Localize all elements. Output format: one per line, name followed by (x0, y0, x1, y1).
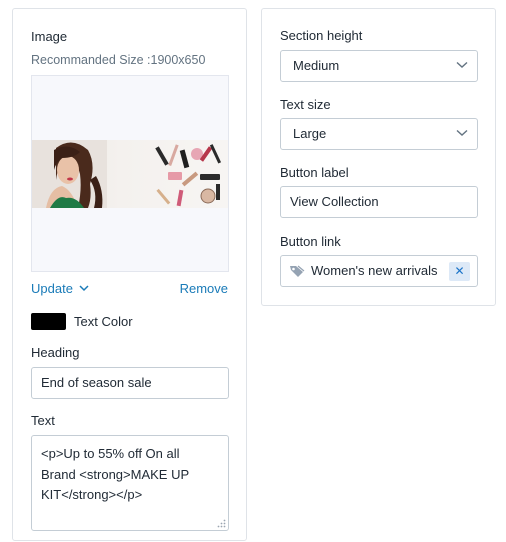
text-label: Text (31, 413, 55, 428)
heading-label: Heading (31, 345, 80, 360)
button-label-input[interactable]: View Collection (280, 186, 478, 218)
tag-icon (290, 265, 305, 277)
chevron-down-icon (456, 61, 468, 68)
remove-link-button[interactable]: ✕ (449, 262, 470, 281)
recommended-size-hint: Recommanded Size :1900x650 (31, 53, 206, 67)
resize-grip-icon[interactable] (217, 519, 226, 528)
heading-input[interactable]: End of season sale (31, 367, 229, 399)
text-line-2: Brand <strong>MAKE UP (41, 466, 190, 482)
text-size-value: Large (293, 126, 327, 141)
button-label-label: Button label (280, 165, 349, 180)
text-textarea[interactable]: <p>Up to 55% off On all Brand <strong>MA… (31, 435, 229, 531)
text-line-3: KIT</strong></p> (41, 487, 143, 502)
banner-image (32, 140, 228, 208)
text-color-swatch[interactable] (31, 313, 66, 330)
chevron-down-icon (79, 285, 89, 292)
update-image-link[interactable]: Update (31, 281, 89, 296)
button-link-field[interactable]: Women's new arrivals ✕ (280, 255, 478, 287)
text-color-label: Text Color (74, 314, 133, 329)
button-link-label: Button link (280, 234, 341, 249)
text-size-select[interactable]: Large (280, 118, 478, 150)
makeup-banner-illustration (32, 140, 222, 208)
button-link-value: Women's new arrivals (311, 263, 438, 278)
image-title: Image (31, 29, 68, 44)
section-settings-panel: Section height Medium Text size Large Bu… (261, 8, 496, 306)
image-preview[interactable] (31, 75, 229, 272)
section-height-value: Medium (293, 58, 340, 73)
update-label: Update (31, 281, 73, 296)
chevron-down-icon (456, 129, 468, 136)
image-settings-panel: Image Recommanded Size :1900x650 Update … (12, 8, 247, 541)
section-height-select[interactable]: Medium (280, 50, 478, 82)
text-line-1: <p>Up to 55% off On all (41, 446, 180, 461)
text-size-label: Text size (280, 97, 331, 112)
section-height-label: Section height (280, 28, 363, 43)
remove-image-link[interactable]: Remove (180, 281, 228, 296)
